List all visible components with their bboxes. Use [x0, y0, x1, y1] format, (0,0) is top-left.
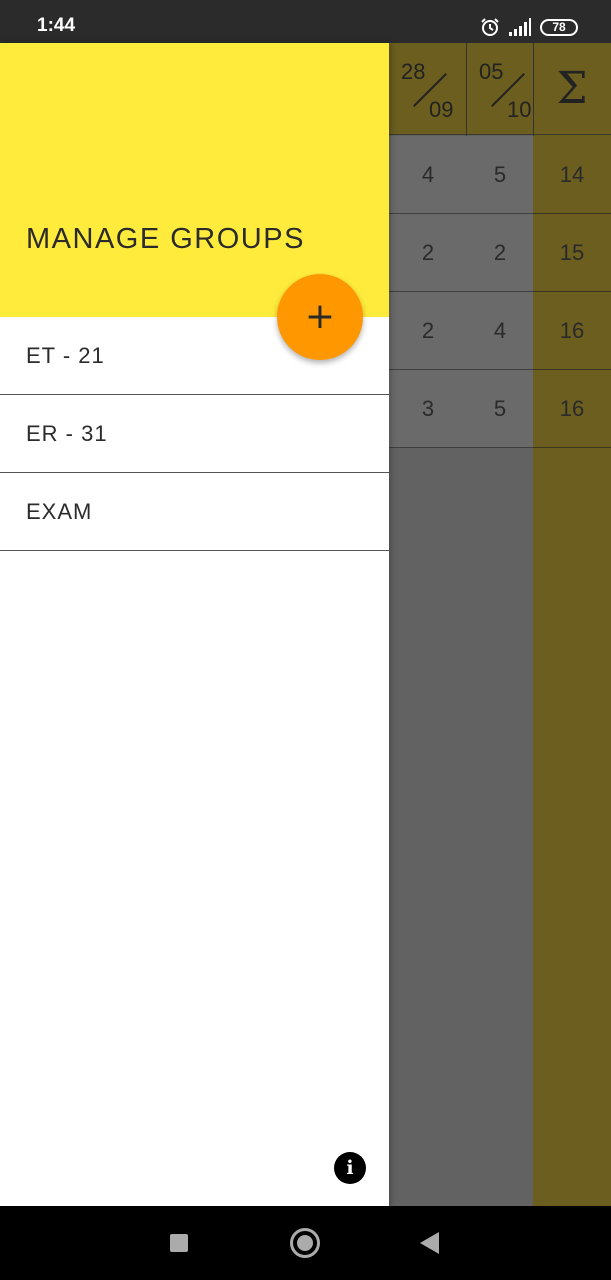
sum-cell: 16: [533, 292, 611, 370]
navigation-drawer: MANAGE GROUPS ET - 21 ER - 31 EXAM + i: [0, 43, 389, 1206]
date-day: 28: [401, 59, 426, 84]
alarm-icon: [481, 18, 499, 36]
battery-level: 78: [552, 20, 566, 34]
drawer-title: MANAGE GROUPS: [26, 223, 305, 255]
date-month: 09: [429, 97, 454, 122]
date-day: 05: [479, 59, 504, 84]
system-nav-bar: [0, 1206, 611, 1280]
battery-icon: 78: [540, 18, 578, 36]
sum-cell: 14: [533, 136, 611, 214]
recents-icon[interactable]: [170, 1234, 188, 1252]
group-item-exam[interactable]: EXAM: [0, 473, 389, 551]
date-header-1[interactable]: 28 09: [389, 43, 467, 135]
group-label: ET - 21: [26, 342, 105, 368]
signal-icon: [509, 18, 531, 36]
group-label: EXAM: [26, 498, 93, 524]
table-cell[interactable]: 4: [389, 136, 467, 214]
table-cell[interactable]: 3: [389, 370, 467, 448]
table-cell[interactable]: 2: [467, 214, 533, 292]
table-cell[interactable]: 2: [389, 214, 467, 292]
table-cell[interactable]: 5: [467, 136, 533, 214]
home-icon[interactable]: [290, 1228, 320, 1258]
status-bar: 1:44 78: [0, 0, 611, 43]
sum-cell: 15: [533, 214, 611, 292]
sum-header: Σ: [533, 43, 611, 135]
group-label: ER - 31: [26, 420, 108, 446]
add-group-button[interactable]: +: [277, 274, 363, 360]
date-month: 10: [507, 97, 532, 122]
table-cell[interactable]: 5: [467, 370, 533, 448]
info-icon[interactable]: i: [334, 1152, 366, 1184]
info-symbol: i: [346, 1157, 354, 1179]
back-icon[interactable]: [420, 1232, 439, 1254]
table-header: 28 09 05 10 Σ: [389, 43, 611, 135]
table-cell[interactable]: 4: [467, 292, 533, 370]
table-cell[interactable]: 2: [389, 292, 467, 370]
plus-icon: +: [304, 296, 336, 337]
sum-cell: 16: [533, 370, 611, 448]
sigma-icon: Σ: [556, 63, 588, 114]
status-time: 1:44: [37, 15, 76, 36]
status-icons: 78: [480, 15, 578, 39]
group-item-er-31[interactable]: ER - 31: [0, 395, 389, 473]
